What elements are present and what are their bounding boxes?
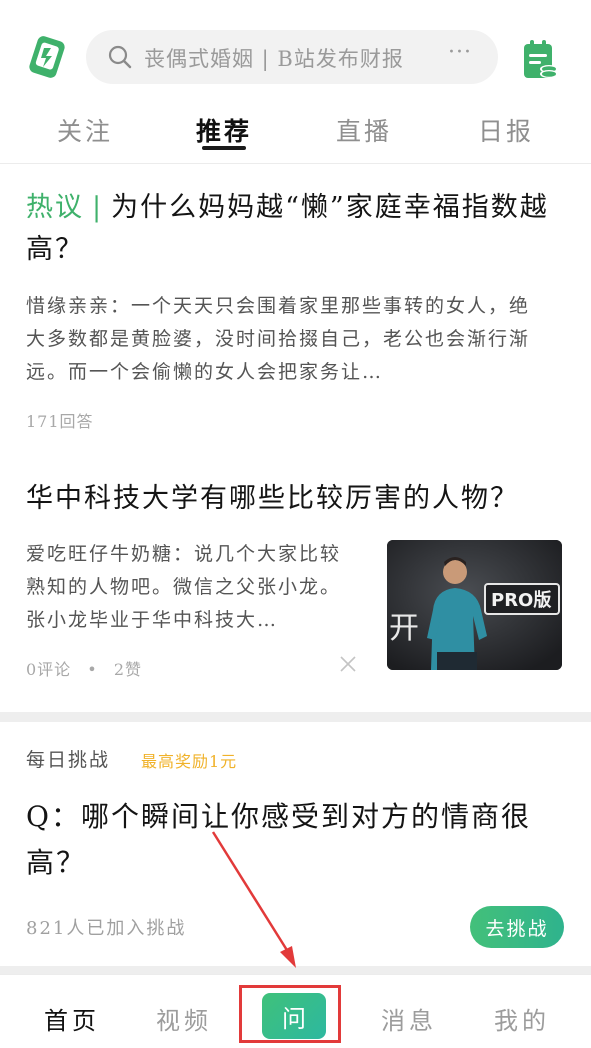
active-tab-indicator bbox=[202, 146, 246, 150]
question-title[interactable]: 华中科技大学有哪些比较厉害的人物？ bbox=[26, 478, 571, 520]
nav-home[interactable]: 首页 bbox=[44, 1001, 100, 1036]
item-meta: 0评论 • 2赞 bbox=[26, 660, 142, 679]
challenge-question[interactable]: Q：哪个瞬间让你感受到对方的情商很高？ bbox=[26, 794, 546, 886]
nav-video[interactable]: 视频 bbox=[156, 1001, 212, 1036]
question-title: 为什么妈妈越“懒”家庭幸福指数越高？ bbox=[26, 192, 549, 265]
challenge-title: 每日挑战 bbox=[26, 749, 111, 771]
close-icon[interactable] bbox=[338, 654, 358, 674]
top-tabs: 关注 推荐 直播 日报 bbox=[0, 104, 591, 162]
tab-follow[interactable]: 关注 bbox=[57, 112, 113, 148]
participant-count: 821人已加入挑战 bbox=[26, 918, 187, 939]
comment-count: 0评论 bbox=[26, 660, 72, 679]
tab-daily[interactable]: 日报 bbox=[478, 112, 534, 148]
answer-excerpt[interactable]: 爱吃旺仔牛奶糖：说几个大家比较熟知的人物吧。微信之父张小龙。张小龙毕业于华中科技… bbox=[26, 538, 360, 637]
nav-mine[interactable]: 我的 bbox=[494, 1001, 550, 1036]
feed-item-title[interactable]: 热议 | 为什么妈妈越“懒”家庭幸福指数越高？ bbox=[26, 187, 556, 271]
article-thumbnail[interactable]: 开 PRO版 bbox=[387, 540, 562, 670]
like-count: 2赞 bbox=[113, 660, 142, 679]
search-icon bbox=[108, 45, 132, 69]
daily-calendar-icon[interactable] bbox=[521, 38, 559, 82]
search-bar[interactable]: 丧偶式婚姻 | B站发布财报 ··· bbox=[86, 30, 498, 84]
answer-count: 171回答 bbox=[26, 412, 94, 431]
section-separator bbox=[0, 712, 591, 722]
nav-messages[interactable]: 消息 bbox=[381, 1001, 437, 1036]
divider bbox=[0, 163, 591, 164]
more-dots-icon: ··· bbox=[448, 40, 472, 65]
section-separator bbox=[0, 966, 591, 974]
answer-excerpt[interactable]: 惜缘亲亲：一个天天只会围着家里那些事转的女人，绝大多数都是黄脸婆，没时间拾掇自己… bbox=[26, 290, 536, 389]
app-logo-icon[interactable] bbox=[27, 34, 69, 78]
tab-recommend[interactable]: 推荐 bbox=[196, 112, 252, 148]
tab-live[interactable]: 直播 bbox=[336, 112, 392, 148]
thumb-badge-text: PRO版 bbox=[491, 589, 551, 611]
search-placeholder: 丧偶式婚姻 | B站发布财报 bbox=[144, 47, 404, 71]
join-challenge-button[interactable]: 去挑战 bbox=[470, 906, 564, 948]
svg-text:开: 开 bbox=[389, 611, 419, 646]
hot-tag: 热议 bbox=[26, 192, 84, 223]
challenge-reward: 最高奖励1元 bbox=[141, 752, 238, 771]
annotation-highlight-box bbox=[239, 985, 341, 1043]
speaker-image: 开 PRO版 bbox=[387, 540, 562, 670]
top-header: 丧偶式婚姻 | B站发布财报 ··· bbox=[0, 0, 591, 110]
